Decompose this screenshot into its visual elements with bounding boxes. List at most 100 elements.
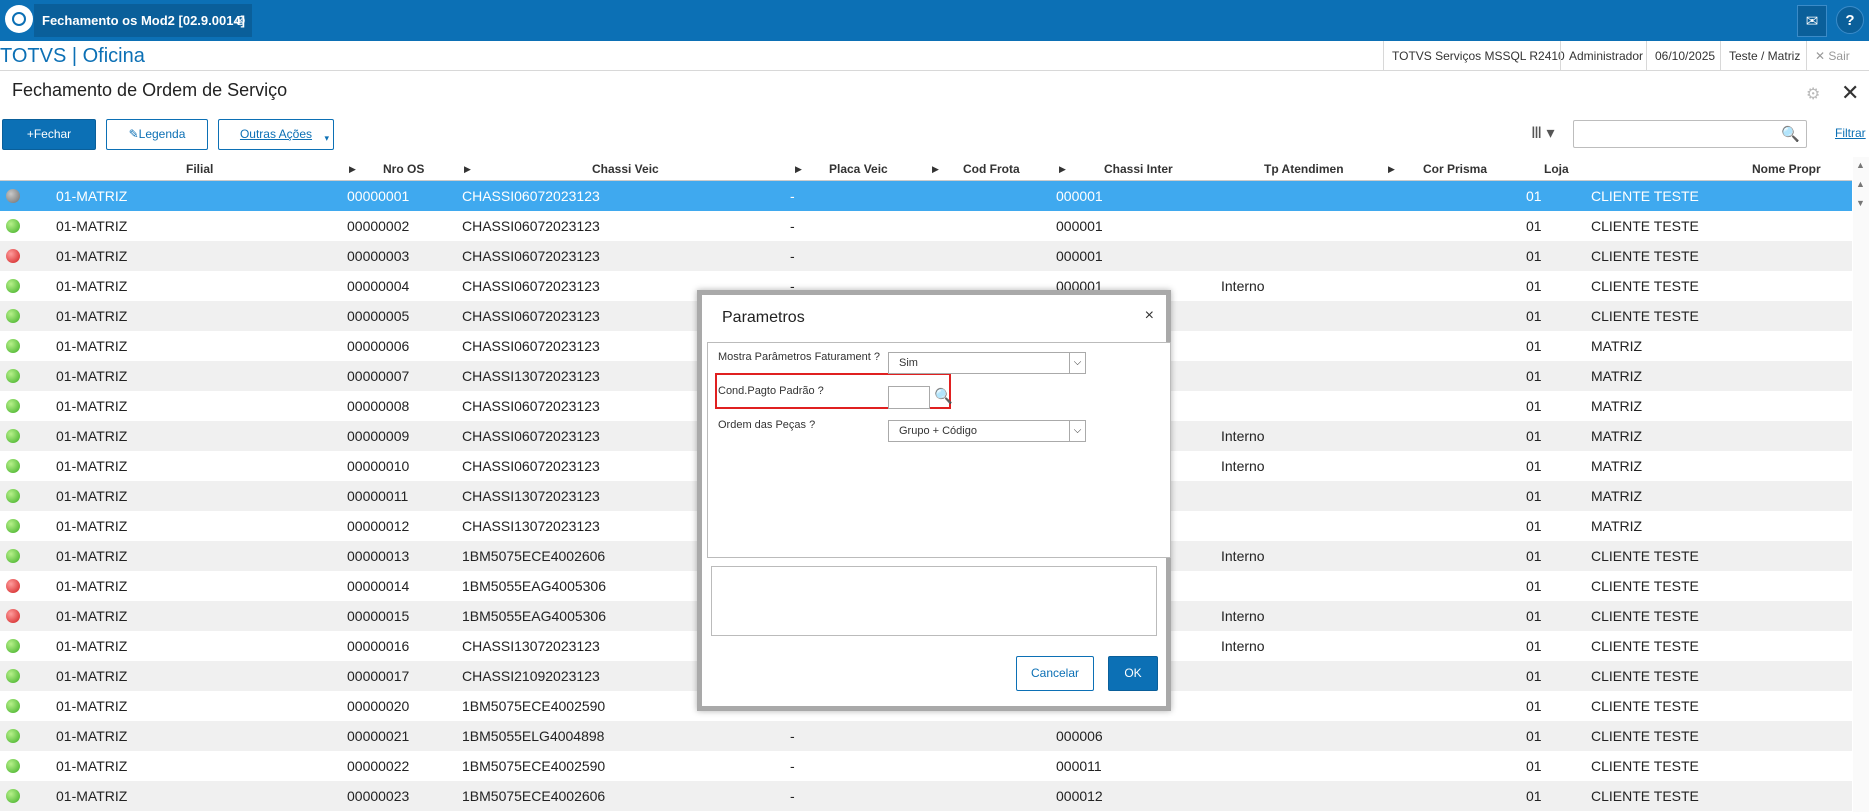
cell-tp-atendimen: Interno	[1221, 278, 1265, 294]
status-green-icon	[6, 399, 20, 413]
gear-icon[interactable]: ⚙	[1806, 84, 1820, 104]
search-icon[interactable]: 🔍	[934, 387, 953, 405]
cell-tp-atendimen: Interno	[1221, 638, 1265, 654]
cell-chassi: CHASSI06072023123	[462, 248, 600, 264]
col-cor-prisma[interactable]: Cor Prisma	[1423, 157, 1487, 181]
cell-filial: 01-MATRIZ	[56, 758, 128, 774]
cell-filial: 01-MATRIZ	[56, 788, 128, 804]
search-input[interactable]: 🔍	[1573, 120, 1807, 148]
dialog-title: Parametros	[722, 309, 805, 326]
col-chassi-inter[interactable]: Chassi Inter	[1104, 157, 1173, 181]
legenda-button[interactable]: ✎Legenda	[106, 119, 208, 150]
environment-info: TOTVS Serviços MSSQL R2410	[1383, 41, 1573, 71]
chevron-down-icon: ⌵	[1069, 353, 1085, 373]
brand-title: TOTVS | Oficina	[0, 45, 145, 67]
table-row[interactable]: 01-MATRIZ 00000023 1BM5075ECE4002606 - 00001…	[0, 781, 1852, 811]
parametros-dialog: Parametros × Mostra Parâmetros Faturamen…	[697, 290, 1171, 711]
cell-placa: -	[790, 728, 795, 744]
cell-tp-atendimen: Interno	[1221, 548, 1265, 564]
cell-chassi: CHASSI13072023123	[462, 488, 600, 504]
fechar-button[interactable]: +Fechar	[2, 119, 96, 150]
cell-loja: 01	[1526, 728, 1542, 744]
cell-loja: 01	[1526, 338, 1542, 354]
cell-loja: 01	[1526, 518, 1542, 534]
status-green-icon	[6, 699, 20, 713]
cell-nome-propr: MATRIZ	[1591, 398, 1643, 414]
col-tp-atendimen[interactable]: Tp Atendimen	[1264, 157, 1344, 181]
col-nome-propr[interactable]: Nome Propr	[1752, 157, 1821, 181]
cell-chassi: 1BM5055EAG4005306	[462, 578, 606, 594]
cell-chassi-inter: 000001	[1056, 218, 1103, 234]
columns-icon[interactable]: Ⅲ ▾	[1531, 120, 1571, 148]
outras-acoes-button[interactable]: Outras Ações ▾	[218, 119, 334, 150]
col-chassi-veic[interactable]: Chassi Veic	[592, 157, 659, 181]
close-page-icon[interactable]: ✕	[1841, 80, 1859, 106]
search-icon[interactable]: 🔍	[1781, 125, 1800, 143]
cell-nome-propr: CLIENTE TESTE	[1591, 248, 1699, 264]
cell-chassi: 1BM5055ELG4004898	[462, 728, 605, 744]
cell-filial: 01-MATRIZ	[56, 218, 128, 234]
status-green-icon	[6, 639, 20, 653]
cond-pagto-input[interactable]	[888, 386, 930, 409]
cell-filial: 01-MATRIZ	[56, 488, 128, 504]
chevron-down-icon: ⌵	[1069, 421, 1085, 441]
col-cod-frota[interactable]: Cod Frota	[963, 157, 1020, 181]
cell-nro-os: 00000004	[347, 278, 410, 294]
cell-filial: 01-MATRIZ	[56, 728, 128, 744]
cell-loja: 01	[1526, 308, 1542, 324]
col-nro-os[interactable]: Nro OS	[383, 157, 424, 181]
filtrar-link[interactable]: Filtrar	[1835, 126, 1866, 140]
table-row[interactable]: 01-MATRIZ 00000021 1BM5055ELG4004898 - 00000…	[0, 721, 1852, 751]
help-icon[interactable]: ?	[1836, 6, 1864, 34]
chevron-down-icon: ▾	[324, 133, 329, 143]
status-green-icon	[6, 519, 20, 533]
cell-filial: 01-MATRIZ	[56, 278, 128, 294]
cell-nro-os: 00000002	[347, 218, 410, 234]
table-row[interactable]: 01-MATRIZ 00000022 1BM5075ECE4002590 - 00001…	[0, 751, 1852, 781]
col-arrow-icon: ▶	[349, 164, 356, 174]
cell-nro-os: 00000013	[347, 548, 410, 564]
exit-button[interactable]: ✕ Sair	[1806, 41, 1858, 71]
ordem-pecas-select[interactable]: Grupo + Código ⌵	[888, 420, 1086, 442]
col-filial[interactable]: Filial	[186, 157, 213, 181]
cell-loja: 01	[1526, 608, 1542, 624]
tab-fechamento[interactable]: Fechamento os Mod2 [02.9.0014] ⊗	[34, 4, 252, 37]
cell-chassi: CHASSI06072023123	[462, 398, 600, 414]
cancel-button[interactable]: Cancelar	[1016, 656, 1094, 691]
cell-tp-atendimen: Interno	[1221, 428, 1265, 444]
scroll-down-icon[interactable]: ▼	[1856, 198, 1865, 208]
cell-chassi: CHASSI06072023123	[462, 188, 600, 204]
cell-placa: -	[790, 218, 795, 234]
vertical-scrollbar[interactable]: ▲ ▲ ▼	[1853, 157, 1869, 812]
col-loja[interactable]: Loja	[1544, 157, 1569, 181]
cell-filial: 01-MATRIZ	[56, 398, 128, 414]
table-row[interactable]: 01-MATRIZ 00000001 CHASSI06072023123 - 00000…	[0, 181, 1852, 211]
status-green-icon	[6, 459, 20, 473]
cell-filial: 01-MATRIZ	[56, 548, 128, 564]
cell-nro-os: 00000023	[347, 788, 410, 804]
tab-close-icon[interactable]: ⊗	[234, 4, 246, 37]
cell-nro-os: 00000010	[347, 458, 410, 474]
cell-nome-propr: CLIENTE TESTE	[1591, 278, 1699, 294]
table-row[interactable]: 01-MATRIZ 00000002 CHASSI06072023123 - 00000…	[0, 211, 1852, 241]
scroll-up-icon[interactable]: ▲	[1856, 179, 1865, 189]
params-panel: Mostra Parâmetros Faturament ? Sim ⌵ Con…	[707, 342, 1171, 558]
param-label-faturamento: Mostra Parâmetros Faturament ?	[718, 351, 881, 363]
mail-icon[interactable]: ✉	[1797, 5, 1827, 37]
dialog-close-icon[interactable]: ×	[1145, 307, 1154, 325]
cell-loja: 01	[1526, 578, 1542, 594]
cell-filial: 01-MATRIZ	[56, 518, 128, 534]
scroll-up-icon[interactable]: ▲	[1856, 160, 1865, 170]
ok-button[interactable]: OK	[1108, 656, 1158, 691]
col-placa-veic[interactable]: Placa Veic	[829, 157, 888, 181]
cell-loja: 01	[1526, 428, 1542, 444]
table-row[interactable]: 01-MATRIZ 00000003 CHASSI06072023123 - 00000…	[0, 241, 1852, 271]
cell-filial: 01-MATRIZ	[56, 608, 128, 624]
status-green-icon	[6, 279, 20, 293]
status-red-icon	[6, 609, 20, 623]
cell-nome-propr: CLIENTE TESTE	[1591, 578, 1699, 594]
branch-info: Teste / Matriz	[1720, 41, 1808, 71]
cell-nome-propr: CLIENTE TESTE	[1591, 308, 1699, 324]
cell-loja: 01	[1526, 788, 1542, 804]
faturamento-select[interactable]: Sim ⌵	[888, 352, 1086, 374]
